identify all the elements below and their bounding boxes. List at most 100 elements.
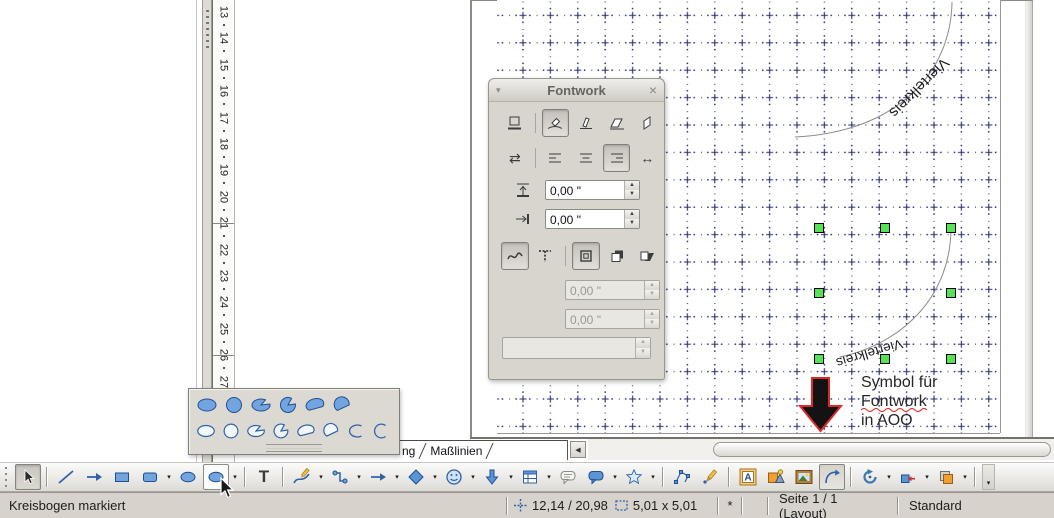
fontwork-slant-horizontal-button[interactable] xyxy=(603,109,631,137)
selection-handle[interactable] xyxy=(947,224,956,233)
spin-up-icon[interactable]: ▲ xyxy=(625,210,639,219)
basic-shapes-button[interactable] xyxy=(403,464,429,490)
block-arrows-button[interactable] xyxy=(479,464,505,490)
fontwork-align-center-button[interactable] xyxy=(572,144,600,172)
stars-dropdown-icon[interactable]: ▾ xyxy=(648,465,658,489)
layer-tab-masslinien[interactable]: Maßlinien xyxy=(430,444,482,458)
arrange-dropdown-icon[interactable]: ▾ xyxy=(960,465,970,489)
indent-value[interactable]: 0,00 " xyxy=(546,210,624,228)
fontwork-text-contour-button[interactable] xyxy=(532,242,560,270)
selection-handle[interactable] xyxy=(947,289,956,298)
line-tool-button[interactable] xyxy=(53,464,79,490)
spinner[interactable]: ▲▼ xyxy=(624,210,639,228)
callout-tool-button[interactable] xyxy=(555,464,581,490)
spin-down-icon[interactable]: ▼ xyxy=(625,190,639,199)
palette-ellipse-pie-outline-button[interactable] xyxy=(243,420,268,442)
selection-handle[interactable] xyxy=(815,289,824,298)
glue-points-button[interactable] xyxy=(697,464,723,490)
block-arrows-dropdown-icon[interactable]: ▾ xyxy=(506,465,516,489)
text-tool-button[interactable]: T xyxy=(251,464,277,490)
distance-value[interactable]: 0,00 " xyxy=(546,181,624,199)
palette-circle-button[interactable] xyxy=(220,394,247,416)
rotate-button[interactable] xyxy=(857,464,883,490)
status-position-size[interactable]: 12,14 / 20,98 5,01 x 5,01 xyxy=(508,498,717,513)
distance-field[interactable]: 0,00 " ▲▼ xyxy=(545,180,640,200)
toolbar-grip[interactable] xyxy=(3,467,11,487)
palette-circle-pie-outline-button[interactable] xyxy=(268,420,293,442)
fontwork-shadow-slant-button[interactable] xyxy=(633,242,661,270)
selection-handle[interactable] xyxy=(947,355,956,364)
connector-tool-button[interactable] xyxy=(327,464,353,490)
palette-circle-outline-button[interactable] xyxy=(218,420,243,442)
basic-shapes-dropdown-icon[interactable]: ▾ xyxy=(430,465,440,489)
callout-dropdown-icon[interactable]: ▾ xyxy=(610,465,620,489)
panel-menu-icon[interactable]: ▾ xyxy=(496,85,508,96)
status-page-style[interactable]: Standard xyxy=(899,498,972,513)
ellipse-tool-button[interactable] xyxy=(175,464,201,490)
palette-drag-grip[interactable] xyxy=(266,444,322,452)
rectangle-dropdown-icon[interactable]: ▾ xyxy=(164,465,174,489)
flowchart-dropdown-icon[interactable]: ▾ xyxy=(544,465,554,489)
spin-down-icon[interactable]: ▼ xyxy=(625,219,639,228)
fontwork-off-button[interactable] xyxy=(501,109,529,137)
fontwork-titlebar[interactable]: ▾ Fontwork × xyxy=(489,79,664,102)
gallery-button[interactable] xyxy=(791,464,817,490)
symbol-shapes-dropdown-icon[interactable]: ▾ xyxy=(468,465,478,489)
fontwork-upright-button[interactable] xyxy=(572,109,600,137)
fontwork-shadow-vertical-button[interactable] xyxy=(603,242,631,270)
rotate-dropdown-icon[interactable]: ▾ xyxy=(884,465,894,489)
stars-button[interactable] xyxy=(621,464,647,490)
tab-scroll-left-button[interactable]: ◀ xyxy=(570,441,586,458)
close-icon[interactable]: × xyxy=(645,82,657,98)
rectangle-tool-button[interactable] xyxy=(109,464,135,490)
alignment-button[interactable] xyxy=(895,464,921,490)
palette-ellipse-segment-outline-button[interactable] xyxy=(293,420,318,442)
symbol-shapes-button[interactable] xyxy=(441,464,467,490)
fontwork-slant-vertical-button[interactable] xyxy=(633,109,661,137)
curve-dropdown-icon[interactable]: ▾ xyxy=(316,465,326,489)
edit-points-button[interactable] xyxy=(669,464,695,490)
spin-up-icon[interactable]: ▲ xyxy=(625,181,639,190)
fontwork-gallery-button[interactable]: A xyxy=(735,464,761,490)
palette-circle-segment-button[interactable] xyxy=(328,394,355,416)
palette-ellipse-outline-button[interactable] xyxy=(193,420,218,442)
rectangle-flyout-button[interactable] xyxy=(137,464,163,490)
fontwork-orientation-button[interactable]: ⇄ xyxy=(501,144,529,172)
fontwork-rotate-button[interactable] xyxy=(542,109,570,137)
line-arrow-tool-button[interactable] xyxy=(81,464,107,490)
selection-handle[interactable] xyxy=(815,355,824,364)
indent-field[interactable]: 0,00 " ▲▼ xyxy=(545,209,640,229)
spinner[interactable]: ▲▼ xyxy=(624,181,639,199)
selection-handle[interactable] xyxy=(815,224,824,233)
lines-dropdown-icon[interactable]: ▾ xyxy=(392,465,402,489)
flowchart-button[interactable] xyxy=(517,464,543,490)
curve-tool-button[interactable] xyxy=(289,464,315,490)
from-file-button[interactable] xyxy=(763,464,789,490)
palette-ellipse-button[interactable] xyxy=(193,394,220,416)
arrange-button[interactable] xyxy=(933,464,959,490)
connector-dropdown-icon[interactable]: ▾ xyxy=(354,465,364,489)
selection-handle[interactable] xyxy=(881,355,890,364)
palette-ellipse-segment-button[interactable] xyxy=(301,394,328,416)
palette-circle-pie-button[interactable] xyxy=(274,394,301,416)
status-page-indicator[interactable]: Seite 1 / 1 (Layout) xyxy=(769,491,897,518)
effects-button[interactable] xyxy=(819,464,845,490)
fontwork-contour-button[interactable] xyxy=(501,242,529,270)
callout-shapes-button[interactable] xyxy=(583,464,609,490)
ruler-margin-tick[interactable] xyxy=(213,355,234,356)
horizontal-scrollbar-thumb[interactable] xyxy=(713,442,1051,457)
fontwork-align-left-button[interactable] xyxy=(542,144,570,172)
palette-ellipse-arc-button[interactable] xyxy=(343,420,368,442)
ruler-margin-tick[interactable] xyxy=(213,223,234,224)
lines-arrows-button[interactable] xyxy=(365,464,391,490)
selection-handle[interactable] xyxy=(881,224,890,233)
splitter-grip-icon[interactable] xyxy=(206,10,209,48)
alignment-dropdown-icon[interactable]: ▾ xyxy=(922,465,932,489)
palette-circle-segment-outline-button[interactable] xyxy=(318,420,343,442)
palette-ellipse-pie-button[interactable] xyxy=(247,394,274,416)
fontwork-align-right-button[interactable] xyxy=(603,144,631,172)
toolbar-overflow-button[interactable]: ▾ xyxy=(982,464,995,490)
palette-circle-arc-button[interactable] xyxy=(368,420,393,442)
fontwork-shadow-off-button[interactable] xyxy=(572,242,600,270)
fontwork-autosize-button[interactable]: ↔ xyxy=(633,144,661,172)
